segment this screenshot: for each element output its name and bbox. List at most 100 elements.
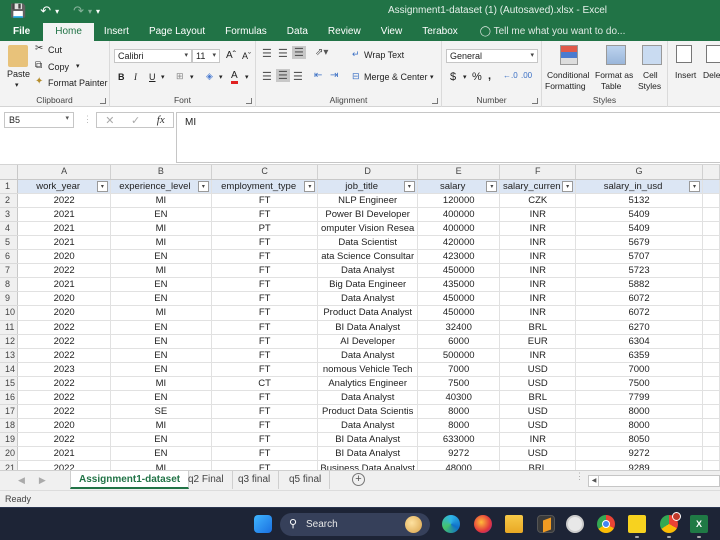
redo-icon[interactable]: ↷ — [73, 3, 84, 19]
cell-e13[interactable]: 500000 — [417, 348, 501, 363]
cell-b7[interactable]: MI — [110, 263, 212, 279]
cell-b17[interactable]: SE — [110, 404, 212, 420]
cell-c12[interactable]: FT — [211, 334, 319, 349]
sticky-notes-icon[interactable] — [628, 515, 646, 533]
increase-font-size-icon[interactable]: Aˆ — [226, 50, 236, 61]
cell-e14[interactable]: 7000 — [417, 362, 501, 377]
cell-d20[interactable]: BI Data Analyst — [317, 446, 418, 462]
cell-g7[interactable]: 5723 — [575, 263, 703, 279]
underline-button[interactable]: U — [149, 72, 156, 82]
cell-f9[interactable]: INR — [499, 291, 577, 307]
header-cell-b[interactable]: experience_level ▾ — [110, 179, 212, 194]
horizontal-scrollbar[interactable]: ◀ — [588, 475, 720, 487]
cell-e7[interactable]: 450000 — [417, 263, 501, 279]
cell[interactable] — [702, 221, 720, 236]
cell-c10[interactable]: FT — [211, 305, 319, 321]
start-icon[interactable] — [254, 515, 272, 533]
row-header[interactable]: 6 — [0, 249, 19, 265]
cell-d10[interactable]: Product Data Analyst — [317, 305, 418, 321]
row-header[interactable]: 9 — [0, 291, 19, 307]
percent-button[interactable]: % — [472, 71, 482, 83]
cell-d8[interactable]: Big Data Engineer — [317, 277, 418, 293]
cell-a2[interactable]: 2022 — [17, 193, 111, 208]
copy-button[interactable]: Copy — [48, 62, 69, 72]
cell-c7[interactable]: FT — [211, 263, 319, 279]
decrease-indent-icon[interactable]: ⇤ — [314, 70, 322, 81]
decrease-decimal-icon[interactable]: .00 — [521, 71, 532, 80]
cell-a3[interactable]: 2021 — [17, 207, 111, 222]
cell-b14[interactable]: EN — [110, 362, 212, 377]
cut-button[interactable]: Cut — [48, 45, 62, 55]
cell-g19[interactable]: 8050 — [575, 432, 703, 448]
bold-button[interactable]: B — [118, 72, 125, 82]
cell[interactable] — [702, 249, 720, 265]
cell-b10[interactable]: MI — [110, 305, 212, 321]
tab-home[interactable]: Home — [43, 23, 94, 41]
tab-insert[interactable]: Insert — [94, 22, 139, 41]
cell-b4[interactable]: MI — [110, 221, 212, 236]
cell-c4[interactable]: PT — [211, 221, 319, 236]
cell-d4[interactable]: omputer Vision Resea — [317, 221, 418, 236]
font-launcher-icon[interactable]: . — [246, 98, 252, 104]
cell-a17[interactable]: 2022 — [17, 404, 111, 420]
cell-b8[interactable]: EN — [110, 277, 212, 293]
column-header-b[interactable]: B — [110, 165, 212, 180]
currency-button[interactable]: $ — [450, 71, 456, 83]
cell-f10[interactable]: INR — [499, 305, 577, 321]
column-header-f[interactable]: F — [499, 165, 577, 180]
cell-e5[interactable]: 420000 — [417, 235, 501, 251]
filter-dropdown-icon[interactable]: ▾ — [96, 180, 108, 192]
cell-b9[interactable]: EN — [110, 291, 212, 307]
cell[interactable] — [702, 207, 720, 222]
sheet-tab-assignment1-dataset[interactable]: Assignment1-dataset — [70, 471, 190, 489]
cell-c11[interactable]: FT — [211, 320, 319, 335]
cell-a4[interactable]: 2021 — [17, 221, 111, 236]
row-header[interactable]: 1 — [0, 179, 19, 194]
fill-color-dropdown-icon[interactable]: ▾ — [219, 73, 223, 81]
row-header[interactable]: 7 — [0, 263, 19, 279]
cell-b19[interactable]: EN — [110, 432, 212, 448]
redo-dropdown-icon[interactable]: ▾ — [88, 7, 92, 16]
font-size-select[interactable]: 11 ▾ — [192, 49, 220, 63]
cell-d13[interactable]: Data Analyst — [317, 348, 418, 363]
decrease-font-size-icon[interactable]: Aˇ — [242, 51, 251, 61]
cell-e11[interactable]: 32400 — [417, 320, 501, 335]
cell-g13[interactable]: 6359 — [575, 348, 703, 363]
number-format-select[interactable]: General ▾ — [446, 49, 538, 63]
tab-formulas[interactable]: Formulas — [215, 22, 277, 41]
cell-d5[interactable]: Data Scientist — [317, 235, 418, 251]
align-left-icon[interactable]: ☰ — [262, 70, 272, 83]
cell-d14[interactable]: nomous Vehicle Tech — [317, 362, 418, 377]
cell-f16[interactable]: BRL — [499, 390, 577, 406]
cell-e3[interactable]: 400000 — [417, 207, 501, 222]
cell-b18[interactable]: MI — [110, 418, 212, 434]
cell-b12[interactable]: EN — [110, 334, 212, 349]
merge-center-button[interactable]: Merge & Center — [364, 72, 428, 82]
cell-a19[interactable]: 2022 — [17, 432, 111, 448]
cell-b13[interactable]: EN — [110, 348, 212, 363]
cell-a16[interactable]: 2022 — [17, 390, 111, 406]
cell-a8[interactable]: 2021 — [17, 277, 111, 293]
cell-g18[interactable]: 8000 — [575, 418, 703, 434]
cell-b5[interactable]: MI — [110, 235, 212, 251]
cell-g14[interactable]: 7000 — [575, 362, 703, 377]
header-cell-c[interactable]: employment_type ▾ — [211, 179, 319, 194]
cell-e18[interactable]: 8000 — [417, 418, 501, 434]
header-cell-e[interactable]: salary ▾ — [417, 179, 501, 194]
header-cell-g[interactable]: salary_in_usd ▾ — [575, 179, 703, 194]
cell-e4[interactable]: 400000 — [417, 221, 501, 236]
cell-d2[interactable]: NLP Engineer — [317, 193, 418, 208]
cell-f6[interactable]: INR — [499, 249, 577, 265]
cell-d19[interactable]: BI Data Analyst — [317, 432, 418, 448]
row-header[interactable]: 21 — [0, 460, 19, 470]
cell-a11[interactable]: 2022 — [17, 320, 111, 335]
cell-f17[interactable]: USD — [499, 404, 577, 420]
font-color-dropdown-icon[interactable]: ▾ — [245, 73, 249, 81]
insert-function-icon[interactable]: fx — [157, 114, 165, 126]
cell-e2[interactable]: 120000 — [417, 193, 501, 208]
clipboard-launcher-icon[interactable]: . — [100, 98, 106, 104]
formula-bar-splitter[interactable]: ⋮ — [83, 114, 92, 125]
cell-e6[interactable]: 423000 — [417, 249, 501, 265]
cell-c16[interactable]: FT — [211, 390, 319, 406]
borders-dropdown-icon[interactable]: ▾ — [190, 73, 194, 81]
